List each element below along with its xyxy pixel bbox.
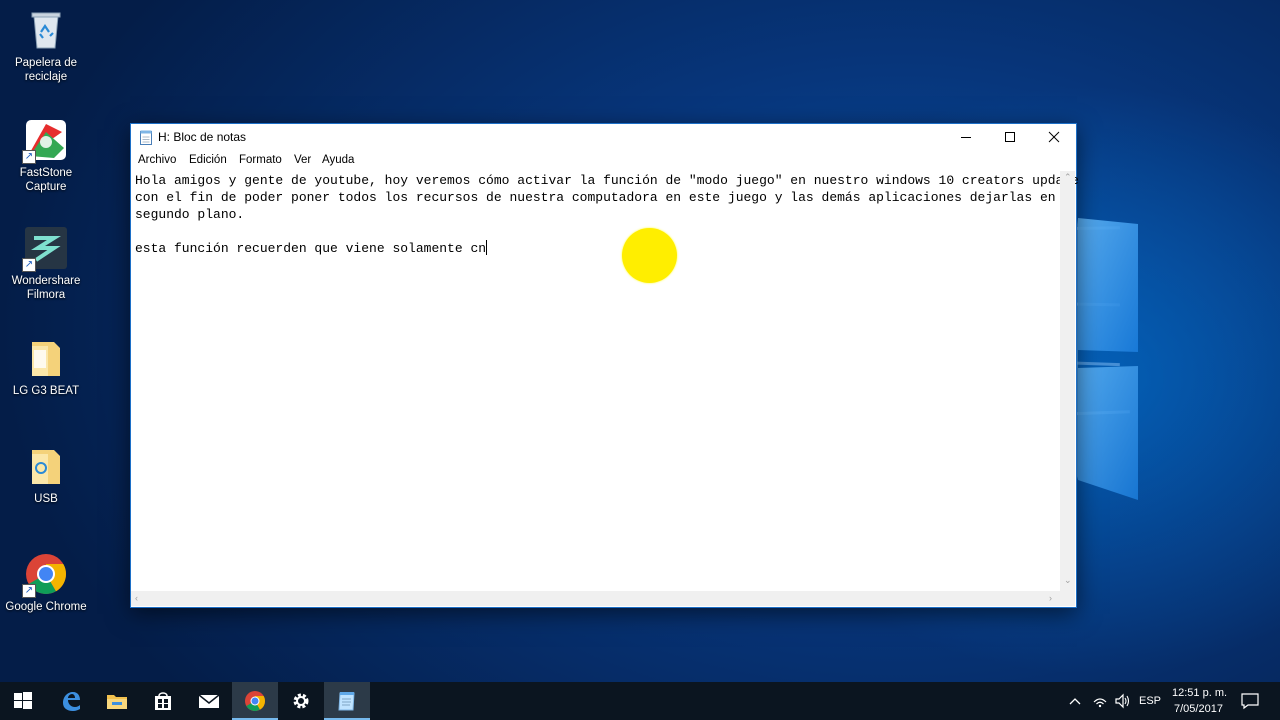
text-line: esta función recuerden que viene solamen… [135, 241, 487, 256]
taskbar-settings[interactable] [278, 682, 324, 720]
clock-date[interactable]: 7/05/2017 [1174, 703, 1223, 715]
store-icon [155, 692, 171, 710]
taskbar-chrome[interactable] [232, 682, 278, 720]
file-explorer-icon [107, 695, 127, 709]
shortcut-arrow-icon: ↗ [22, 584, 36, 598]
minimize-icon [961, 137, 971, 138]
horizontal-scrollbar[interactable]: ‹ › [131, 591, 1060, 606]
scroll-left-icon[interactable]: ‹ [135, 593, 138, 603]
shortcut-arrow-icon: ↗ [22, 258, 36, 272]
menu-edicion[interactable]: Edición [189, 154, 227, 166]
desktop-icon-chrome[interactable]: ↗ Google Chrome [4, 552, 88, 614]
text-line: con el fin de poder poner todos los recu… [135, 190, 1056, 205]
desktop-icon-label: USB [34, 493, 58, 505]
vertical-scrollbar[interactable]: ⌃ ⌄ [1060, 171, 1075, 591]
notifications-icon[interactable] [1240, 692, 1260, 710]
window-titlebar[interactable]: H: Bloc de notas [131, 124, 1076, 151]
desktop-icon-label: LG G3 BEAT [12, 385, 80, 397]
recycle-bin-icon [24, 8, 68, 52]
maximize-icon [1005, 132, 1015, 142]
filmora-icon: ↗ [22, 226, 68, 272]
windows-logo-wallpaper [1070, 218, 1138, 500]
close-button[interactable] [1032, 124, 1076, 151]
taskbar-store[interactable] [140, 682, 186, 720]
taskbar-notepad[interactable] [324, 682, 370, 720]
notepad-window[interactable]: H: Bloc de notas Archivo Edición Formato… [130, 123, 1079, 608]
notepad-icon [140, 130, 152, 145]
desktop-icon-recycle-bin[interactable]: Papelera de reciclaje [4, 8, 88, 84]
edge-icon [63, 692, 80, 711]
text-line-with-caret: esta función recuerden que viene solamen… [135, 240, 1059, 257]
scroll-down-icon[interactable]: ⌄ [1064, 575, 1072, 586]
folder-icon [24, 336, 68, 380]
wifi-icon[interactable] [1092, 693, 1108, 709]
menu-formato[interactable]: Formato [239, 154, 282, 166]
window-title: H: Bloc de notas [158, 130, 247, 144]
mail-icon [198, 694, 220, 708]
scroll-right-icon[interactable]: › [1049, 593, 1052, 603]
settings-icon [293, 693, 309, 709]
taskbar-mail[interactable] [186, 682, 232, 720]
menu-archivo[interactable]: Archivo [138, 154, 176, 166]
desktop-icon-lg-g3-beat[interactable]: LG G3 BEAT [4, 336, 88, 398]
desktop-icon-label: Papelera de reciclaje [14, 57, 78, 83]
usb-folder-icon [24, 444, 68, 488]
faststone-icon: ↗ [22, 118, 68, 164]
desktop-icon-usb[interactable]: USB [4, 444, 88, 506]
taskbar-file-explorer[interactable] [94, 682, 140, 720]
desktop-icon-filmora[interactable]: ↗ Wondershare Filmora [4, 226, 88, 302]
start-icon [14, 692, 32, 709]
notepad-icon [338, 692, 355, 711]
text-caret [486, 240, 488, 255]
maximize-button[interactable] [988, 124, 1032, 151]
menu-ayuda[interactable]: Ayuda [322, 154, 354, 166]
desktop-icon-label: FastStone Capture [19, 167, 73, 193]
chevron-up-icon[interactable] [1068, 695, 1082, 707]
taskbar: ESP 12:51 p. m. 7/05/2017 [0, 682, 1280, 720]
desktop-icon-label: Wondershare Filmora [11, 275, 81, 301]
desktop-icon-label: Google Chrome [5, 601, 87, 613]
taskbar-edge[interactable] [48, 682, 94, 720]
text-editor-area[interactable]: Hola amigos y gente de youtube, hoy vere… [131, 171, 1079, 591]
shortcut-arrow-icon: ↗ [22, 150, 36, 164]
clock-time[interactable]: 12:51 p. m. [1172, 687, 1227, 699]
menu-bar: Archivo Edición Formato Ver Ayuda [131, 151, 1076, 171]
text-line: ​ [135, 223, 1059, 240]
chrome-icon [245, 691, 265, 711]
start-button[interactable] [0, 682, 46, 720]
minimize-button[interactable] [944, 124, 988, 151]
chrome-icon: ↗ [22, 552, 68, 598]
desktop-icon-faststone[interactable]: ↗ FastStone Capture [4, 118, 88, 194]
text-line: segundo plano. [135, 207, 245, 222]
close-icon [1048, 131, 1060, 143]
text-line: Hola amigos y gente de youtube, hoy vere… [135, 173, 1079, 188]
language-indicator[interactable]: ESP [1139, 695, 1161, 707]
cursor-highlight [622, 228, 677, 283]
volume-icon[interactable] [1114, 693, 1132, 709]
resize-grip[interactable] [1060, 591, 1075, 606]
menu-ver[interactable]: Ver [294, 154, 311, 166]
scroll-up-icon[interactable]: ⌃ [1064, 172, 1072, 183]
